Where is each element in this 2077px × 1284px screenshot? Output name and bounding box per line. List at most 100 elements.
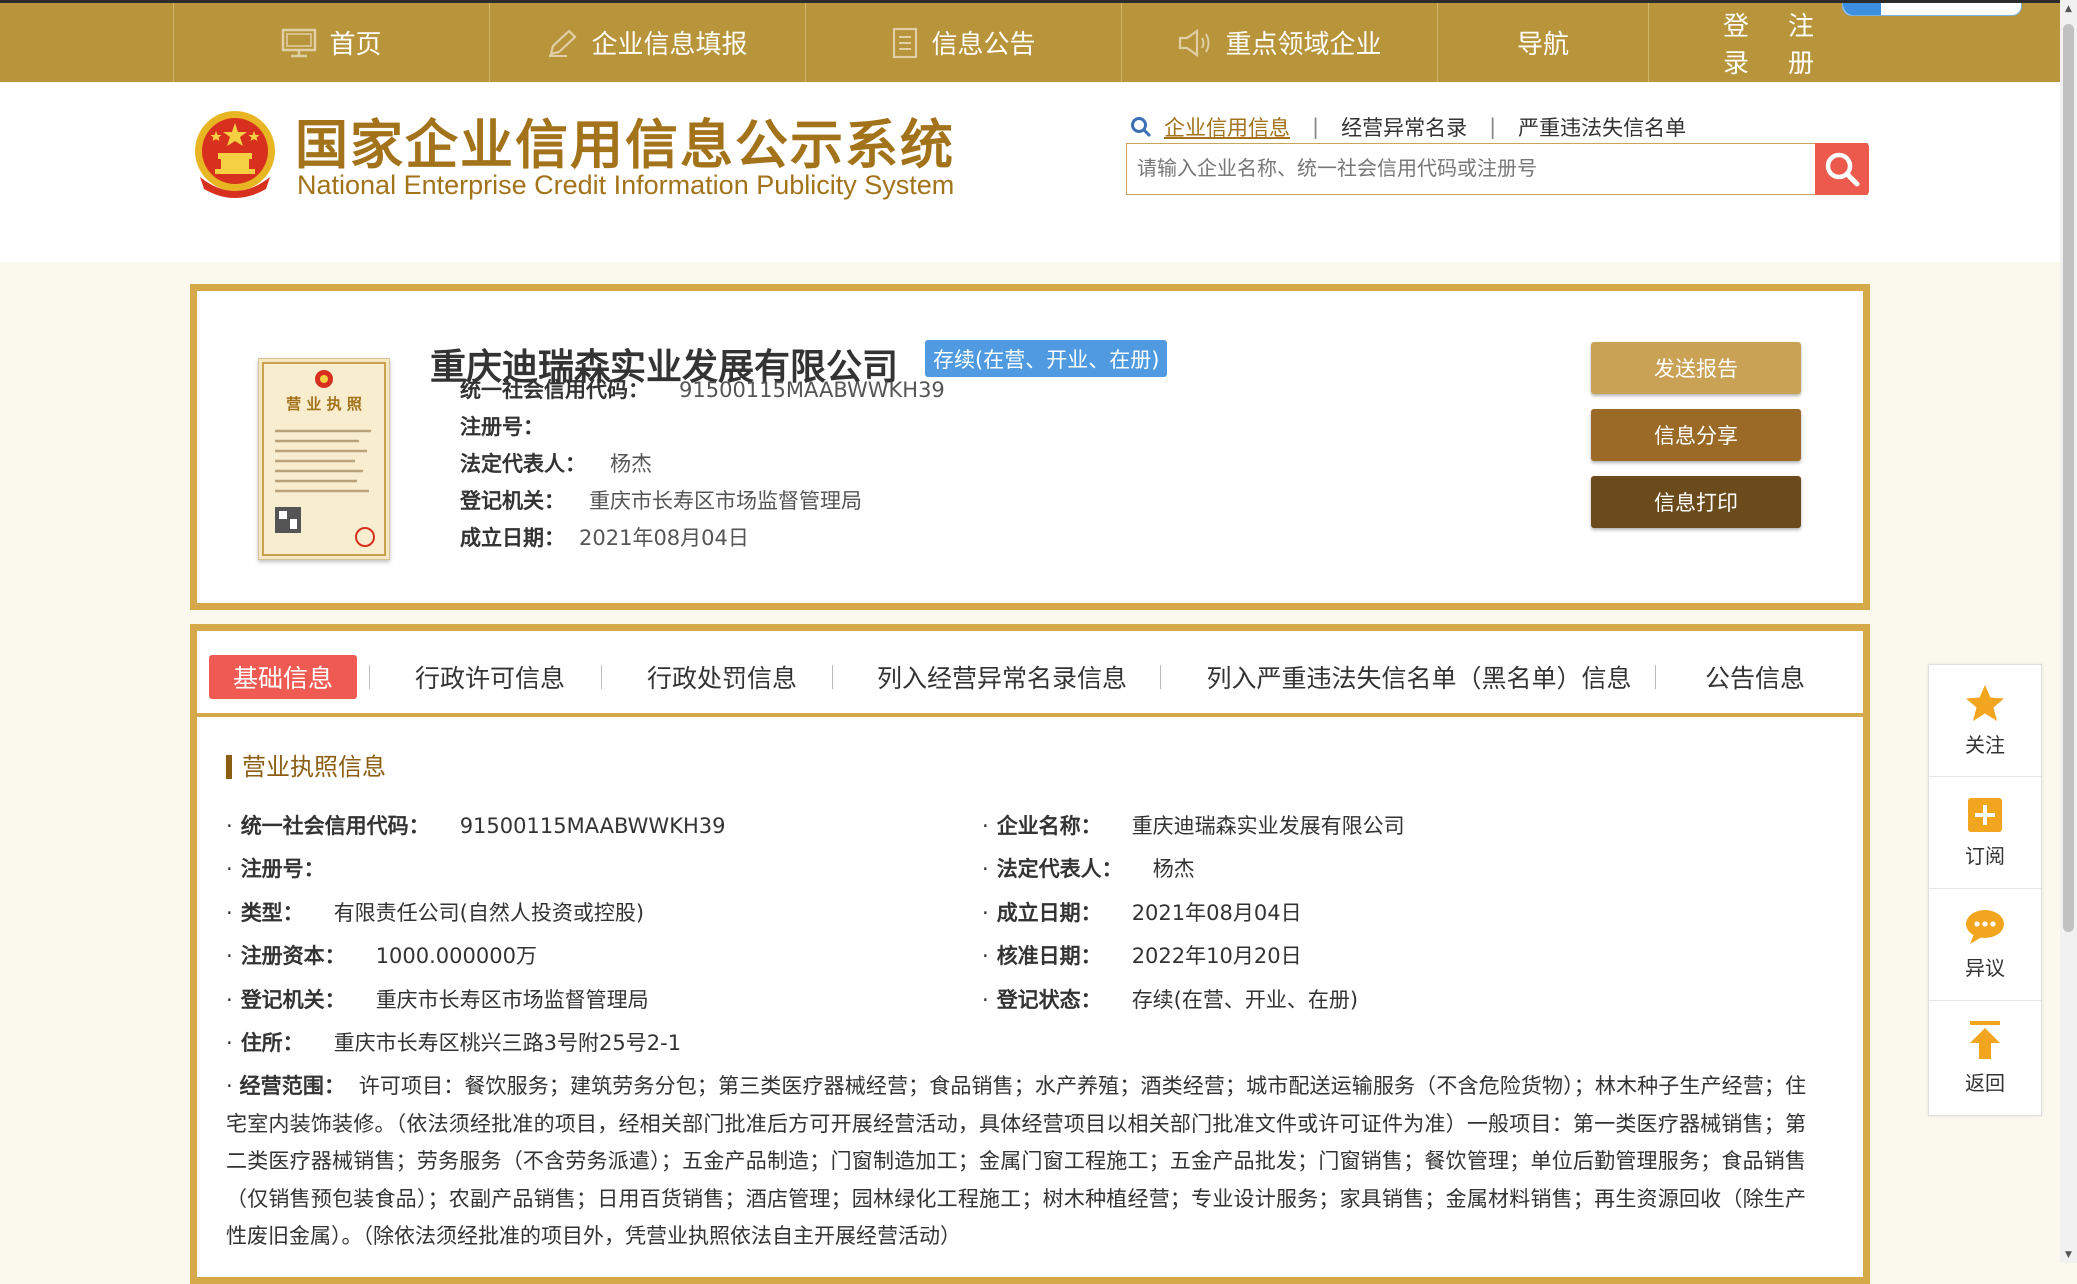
field-value: 重庆迪瑞森实业发展有限公司 [1131,814,1405,838]
vertical-scrollbar[interactable]: ▲ ▼ [2060,0,2077,1263]
summary-reg-number: 注册号： [460,411,558,441]
search-tab-credit-info[interactable]: 企业信用信息 [1164,112,1290,142]
bullet: · [226,988,233,1012]
login-link[interactable]: 登录 [1723,6,1774,80]
business-scope-text: 许可项目：餐饮服务；建筑劳务分包；第三类医疗器械经营；食品销售；水产养殖；酒类经… [226,1074,1806,1248]
user-links: 登录 注册 [1723,3,1853,82]
field-label: 经营范围： [239,1074,346,1098]
field-established-date: · 成立日期： 2021年08月04日 [982,897,1302,927]
field-label: 登记机关： [240,988,346,1012]
bullet: · [226,944,233,968]
field-address: · 住所： 重庆市长寿区桃兴三路3号附25号2-1 [226,1027,681,1057]
nav-home[interactable]: 首页 [173,3,489,82]
back-label: 返回 [1965,1070,2005,1095]
field-label: 成立日期： [460,526,565,550]
nav-enterprise-report[interactable]: 企业信息填报 [489,3,805,82]
field-reg-authority: · 登记机关： 重庆市长寿区市场监督管理局 [226,984,649,1014]
field-value: 杨杰 [1152,857,1195,881]
bullet: · [226,901,233,925]
add-icon [1966,796,2004,834]
tab-admin-penalty[interactable]: 行政处罚信息 [632,655,812,699]
field-registered-capital: · 注册资本： 1000.000000万 [226,940,537,970]
divider [832,665,833,689]
pen-icon [547,28,579,58]
field-label: 核准日期： [996,944,1102,968]
field-value: 91500115MAABWWKH39 [679,378,945,402]
print-info-button[interactable]: 信息打印 [1591,476,1801,528]
send-report-button[interactable]: 发送报告 [1591,342,1801,394]
divider [1160,665,1161,689]
register-link[interactable]: 注册 [1788,6,1839,80]
search-input[interactable] [1127,144,1827,192]
bullet: · [982,857,989,881]
national-emblem-logo [190,107,280,203]
nav-navigation[interactable]: 导航 [1437,3,1649,82]
tab-admin-license[interactable]: 行政许可信息 [400,655,580,699]
nav-key-enterprises[interactable]: 重点领域企业 [1121,3,1437,82]
share-info-button[interactable]: 信息分享 [1591,409,1801,461]
divider [369,665,370,689]
nav-label: 企业信息填报 [591,30,748,60]
scroll-up-arrow-icon[interactable]: ▲ [2060,0,2077,17]
tab-abnormal-list[interactable]: 列入经营异常名录信息 [862,655,1142,699]
field-value: 1000.000000万 [375,944,537,968]
bullet: · [226,814,233,838]
nav-label: 信息公告 [931,30,1036,60]
field-value: 重庆市长寿区桃兴三路3号附25号2-1 [333,1031,682,1055]
summary-credit-code: 统一社会信用代码： 91500115MAABWWKH39 [460,374,945,404]
objection-label: 异议 [1965,956,2005,980]
scroll-down-arrow-icon[interactable]: ▼ [2060,1246,2077,1263]
field-label: 类型： [240,901,304,925]
business-scope: · 经营范围： 许可项目：餐饮服务；建筑劳务分包；第三类医疗器械经营；食品销售；… [226,1068,1806,1256]
search-tab-abnormal-list[interactable]: 经营异常名录 [1341,112,1467,142]
tab-basic-info[interactable]: 基础信息 [209,655,357,699]
divider [1655,665,1656,689]
bullet: · [226,1074,233,1098]
field-value: 存续(在营、开业、在册) [1131,988,1359,1012]
tab-blacklist[interactable]: 列入严重违法失信名单（黑名单）信息 [1196,655,1642,699]
back-to-top-button[interactable]: 返回 [1929,1001,2041,1113]
subscribe-button[interactable]: 订阅 [1929,777,2041,889]
field-value: 2021年08月04日 [1131,901,1302,925]
field-label: 登记状态： [996,988,1102,1012]
follow-label: 关注 [1965,733,2005,757]
follow-button[interactable]: 关注 [1929,665,2041,777]
objection-button[interactable]: 异议 [1929,889,2041,1001]
search-box [1126,143,1868,195]
field-label: 登记机关： [460,489,565,513]
bullet: · [982,901,989,925]
nav-announcements[interactable]: 信息公告 [805,3,1121,82]
site-title: 国家企业信用信息公示系统 [295,114,955,176]
document-icon [891,27,919,59]
field-value: 重庆市长寿区市场监督管理局 [589,489,862,513]
monitor-icon [281,28,317,58]
field-value: 2021年08月04日 [579,526,749,550]
arrow-up-icon [1968,1019,2002,1061]
field-credit-code: · 统一社会信用代码： 91500115MAABWWKH39 [226,810,725,840]
bullet: · [226,1031,233,1055]
divider: | [1489,115,1497,139]
side-float-toolbar: 关注 订阅 异议 返回 [1928,664,2042,1116]
field-value: 杨杰 [610,452,652,476]
tab-announcements[interactable]: 公告信息 [1690,655,1820,699]
search-button[interactable] [1815,143,1869,195]
bullet: · [982,814,989,838]
license-title: 营 业 执 照 [286,395,362,413]
floating-tab[interactable] [1842,3,2022,16]
bullet: · [226,857,233,881]
field-label: 住所： [240,1031,304,1055]
divider [601,665,602,689]
scrollbar-thumb[interactable] [2063,24,2074,932]
field-legal-rep: · 法定代表人： 杨杰 [982,853,1195,883]
field-label: 成立日期： [996,901,1102,925]
bullet: · [982,944,989,968]
nav-label: 首页 [329,30,382,60]
nav-label: 重点领域企业 [1225,30,1382,60]
business-license-thumbnail[interactable]: 营 业 执 照 [258,358,390,560]
field-reg-number: · 注册号： [226,853,355,883]
field-label: 注册号： [240,857,325,881]
search-tab-blacklist[interactable]: 严重违法失信名单 [1518,112,1686,142]
field-label: 法定代表人： [996,857,1123,881]
subscribe-label: 订阅 [1965,844,2005,868]
field-type: · 类型： 有限责任公司(自然人投资或控股) [226,897,644,927]
